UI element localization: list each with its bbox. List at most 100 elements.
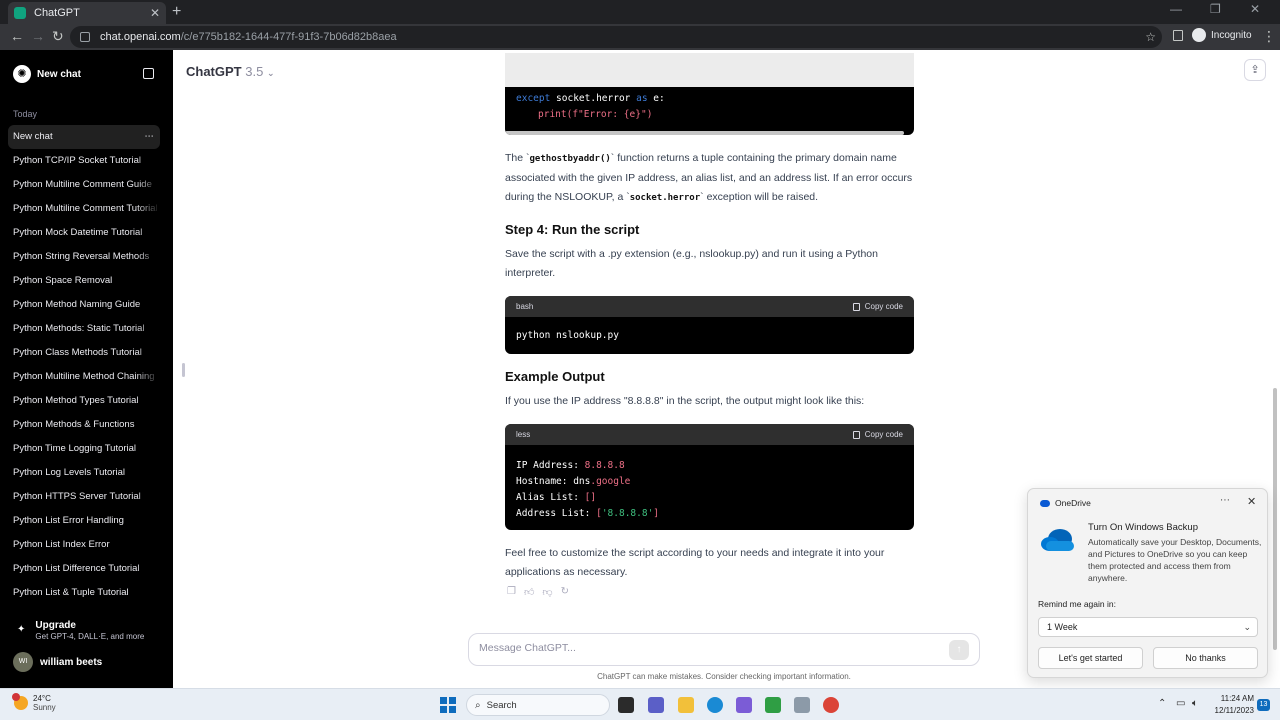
system-clock[interactable]: 11:24 AM 12/11/2023 — [1210, 693, 1254, 717]
new-chat-button[interactable]: ✺ New chat — [13, 65, 81, 83]
model-selector[interactable]: ChatGPT 3.5 ⌄ — [186, 64, 275, 79]
chat-history-item[interactable]: Python Time Logging Tutorial — [8, 437, 160, 461]
step4-paragraph: Save the script with a .py extension (e.… — [505, 248, 878, 279]
chat-history-item[interactable]: Python List Index Error — [8, 533, 160, 557]
send-button[interactable]: ↑ — [949, 640, 969, 660]
share-button[interactable]: ⇪ — [1244, 59, 1266, 81]
close-tab-icon[interactable]: ✕ — [150, 6, 160, 20]
notification-count[interactable]: 13 — [1257, 699, 1270, 711]
chat-history-item[interactable]: Python TCP/IP Socket Tutorial — [8, 149, 160, 173]
code-language-label: bash — [516, 302, 534, 311]
chat-history-item[interactable]: Python List & Tuple Tutorial — [8, 581, 160, 605]
chat-history-item[interactable]: Python Mock Datetime Tutorial — [8, 221, 160, 245]
taskbar-search[interactable]: ⌕ Search — [466, 694, 610, 716]
clock-time: 11:24 AM — [1220, 694, 1254, 703]
code-horizontal-scrollbar[interactable] — [505, 131, 904, 135]
weather-widget[interactable]: 24°C Sunny — [12, 693, 56, 712]
text-fade — [136, 149, 160, 173]
chat-history-item[interactable]: Python Methods: Static Tutorial — [8, 317, 160, 341]
browser-tab[interactable]: ChatGPT ✕ — [8, 2, 166, 24]
chat-history-item[interactable]: Python String Reversal Methods — [8, 245, 160, 269]
chat-history-item[interactable]: Python HTTPS Server Tutorial — [8, 485, 160, 509]
message-input[interactable] — [479, 642, 939, 654]
chat-history-item[interactable]: Python Method Types Tutorial — [8, 389, 160, 413]
address-bar[interactable]: chat.openai.com /c/e775b182-1644-477f-91… — [70, 26, 1162, 48]
model-version: 3.5 — [245, 64, 264, 79]
edge-icon[interactable] — [707, 697, 723, 713]
more-options-icon[interactable]: ⋯ — [1220, 495, 1230, 506]
chat-history-item[interactable]: Python Multiline Method Chaining — [8, 365, 160, 389]
network-icon[interactable]: ▭ — [1176, 698, 1185, 709]
minimize-icon[interactable]: — — [1170, 2, 1182, 16]
chat-history-item[interactable]: Python Space Removal — [8, 269, 160, 293]
chat-history-item[interactable]: Python List Error Handling — [8, 509, 160, 533]
sidebar: ✺ New chat Today New chat ⋯ Python TCP/IP … — [0, 50, 173, 688]
no-thanks-button[interactable]: No thanks — [1153, 647, 1258, 669]
text-fade — [136, 221, 160, 245]
page-scrollbar[interactable] — [1273, 388, 1277, 650]
sidebar-collapse-handle[interactable] — [182, 363, 185, 377]
text-fade — [136, 485, 160, 509]
chat-history-item-active[interactable]: New chat ⋯ — [8, 125, 160, 149]
spreadsheet-icon[interactable] — [765, 697, 781, 713]
code-block-body: IP Address: 8.8.8.8 Hostname: dns.google… — [505, 445, 914, 530]
copy-code-button[interactable]: Copy code — [852, 430, 903, 439]
chat-history-item[interactable]: Python Multiline Comment Tutorial — [8, 197, 160, 221]
chat-history-item[interactable]: Python Method Naming Guide — [8, 293, 160, 317]
remind-label: Remind me again in: — [1038, 599, 1116, 609]
site-info-icon[interactable] — [80, 32, 90, 42]
chat-history-label: Python HTTPS Server Tutorial — [13, 491, 141, 502]
upgrade-plan-button[interactable]: ✦ Upgrade Get GPT-4, DALL·E, and more — [13, 620, 144, 641]
chat-history-item[interactable]: Python Multiline Comment Guide — [8, 173, 160, 197]
chrome-icon[interactable] — [823, 697, 839, 713]
close-icon[interactable]: ✕ — [1247, 495, 1256, 508]
incognito-indicator[interactable]: Incognito — [1192, 28, 1252, 42]
browser-menu-icon[interactable]: ⋮ — [1262, 28, 1276, 45]
compose-icon[interactable] — [143, 68, 154, 79]
copy-code-button[interactable]: Copy code — [852, 302, 903, 311]
reload-icon[interactable]: ↻ — [52, 28, 64, 45]
file-explorer-icon[interactable] — [678, 697, 694, 713]
maximize-icon[interactable]: ❐ — [1210, 2, 1221, 16]
code-line: python nslookup.py — [516, 330, 619, 341]
new-tab-icon[interactable]: + — [172, 3, 181, 21]
text-fade — [136, 269, 160, 293]
chat-history-item[interactable]: Python Log Levels Tutorial — [8, 461, 160, 485]
teams-icon[interactable] — [648, 697, 664, 713]
more-options-icon[interactable]: ⋯ — [145, 125, 155, 149]
window-close-icon[interactable]: ✕ — [1250, 2, 1260, 16]
start-icon[interactable] — [440, 697, 456, 713]
network-app-icon[interactable] — [794, 697, 810, 713]
text-fade — [136, 293, 160, 317]
thumbs-up-icon[interactable]: 👍︎ — [524, 586, 534, 598]
clipboard-icon — [852, 430, 860, 439]
chat-history-label: Python List & Tuple Tutorial — [13, 587, 129, 598]
chat-history-label: Python Multiline Method Chaining — [13, 371, 155, 382]
task-view-icon[interactable] — [618, 697, 634, 713]
onedrive-cloud-icon — [1041, 529, 1074, 551]
step4-heading: Step 4: Run the script — [505, 222, 640, 237]
history-section-today: Today — [13, 109, 38, 119]
regenerate-icon[interactable]: ↻ — [561, 586, 569, 598]
chat-history-label: Python TCP/IP Socket Tutorial — [13, 155, 141, 166]
chat-history-item[interactable]: Python Methods & Functions — [8, 413, 160, 437]
tray-chevron-icon[interactable]: ⌃ — [1158, 698, 1166, 709]
bookmark-star-icon[interactable]: ☆ — [1145, 30, 1156, 44]
thumbs-down-icon[interactable]: 👎︎ — [542, 586, 552, 598]
chat-history-item[interactable]: Python Class Methods Tutorial — [8, 341, 160, 365]
user-menu[interactable]: WI william beets — [13, 652, 102, 672]
incognito-icon — [1192, 28, 1206, 42]
remind-select[interactable]: 1 Week ⌄ — [1038, 617, 1258, 637]
side-panel-icon[interactable] — [1173, 30, 1183, 41]
app-icon[interactable] — [736, 697, 752, 713]
code-line: Hostname: dns.google — [516, 476, 631, 487]
forward-icon[interactable]: → — [31, 28, 45, 44]
url-path: /c/e775b182-1644-477f-91f3-7b06d82b8aea — [180, 31, 397, 43]
chat-history-item[interactable]: Python List Difference Tutorial — [8, 557, 160, 581]
volume-icon[interactable]: 🔈︎ — [1192, 698, 1198, 709]
copy-icon[interactable]: ❐ — [507, 586, 516, 598]
lets-get-started-button[interactable]: Let's get started — [1038, 647, 1143, 669]
back-icon[interactable]: ← — [10, 28, 24, 44]
message-actions: ❐ 👍︎ 👎︎ ↻ — [507, 586, 577, 598]
notification-app: OneDrive — [1040, 498, 1091, 508]
